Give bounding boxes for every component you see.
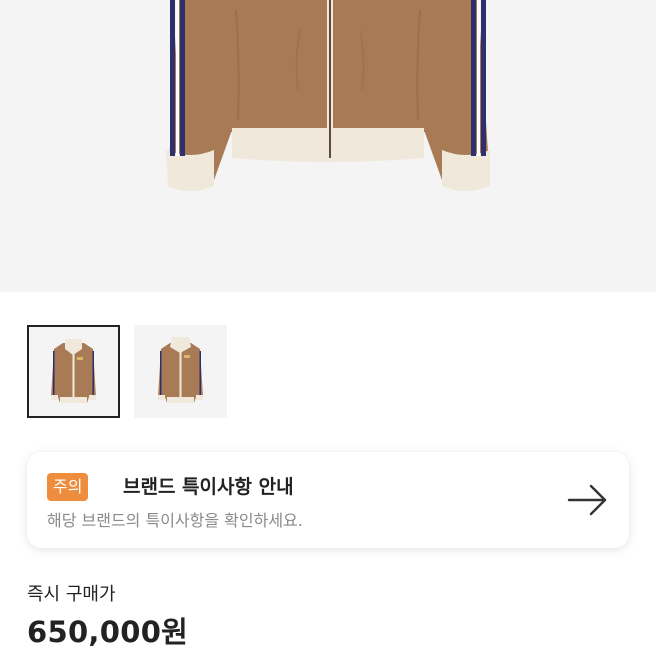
jacket-thumbnail-alt bbox=[158, 337, 203, 403]
thumbnail-list bbox=[27, 325, 227, 418]
caution-badge: 주의 bbox=[47, 473, 89, 501]
product-main-image[interactable] bbox=[0, 0, 656, 292]
notice-subtitle: 해당 브랜드의 특이사항을 확인하세요. bbox=[47, 511, 303, 530]
jacket-thumbnail-front bbox=[51, 339, 96, 403]
notice-title: 브랜드 특이사항 안내 bbox=[123, 476, 294, 498]
brand-notice-card[interactable]: 주의 브랜드 특이사항 안내 해당 브랜드의 특이사항을 확인하세요. bbox=[27, 452, 629, 548]
thumbnail-alt[interactable] bbox=[134, 325, 227, 418]
arrow-right-icon bbox=[567, 482, 609, 522]
price-label: 즉시 구매가 bbox=[27, 584, 116, 605]
price-value: 650,000원 bbox=[27, 615, 189, 649]
track-jacket-image bbox=[166, 0, 490, 191]
thumbnail-front[interactable] bbox=[27, 325, 120, 418]
